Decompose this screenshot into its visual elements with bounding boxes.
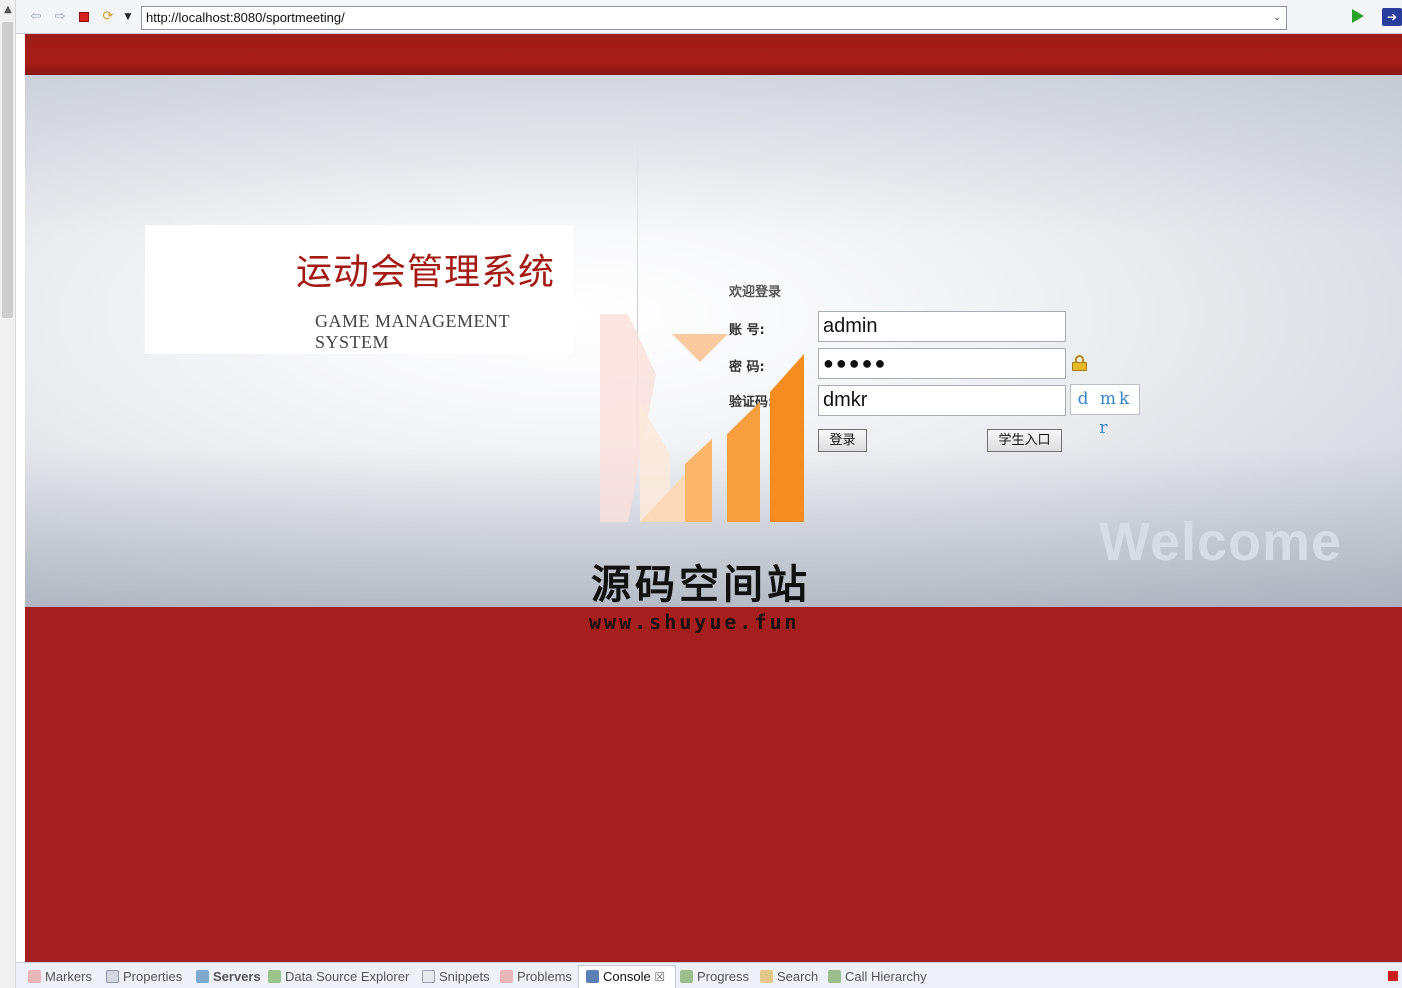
tab-console[interactable]: Console ☒ (586, 969, 665, 984)
tab-markers[interactable]: Markers (28, 969, 92, 984)
servers-icon (196, 970, 209, 983)
refresh-icon[interactable]: ⟳ (100, 9, 116, 25)
stop-icon[interactable] (76, 9, 92, 25)
browser-toolbar: ⇦ ⇨ ⟳ ▼ http://localhost:8080/sportmeeti… (16, 0, 1402, 34)
eclipse-view-tabs: Markers Properties Servers Data Source E… (16, 962, 1402, 988)
close-console-icon[interactable]: ☒ (654, 970, 665, 984)
properties-icon (106, 970, 119, 983)
url-dropdown-icon[interactable]: ⌄ (1270, 11, 1284, 25)
scrollbar-thumb[interactable] (2, 22, 13, 318)
welcome-watermark: Welcome (1099, 512, 1343, 572)
problems-icon (500, 970, 513, 983)
watermark-text: 源码空间站 (591, 562, 811, 608)
tab-problems[interactable]: Problems (500, 969, 572, 984)
vertical-scrollbar[interactable]: ▲ (0, 0, 16, 988)
url-bar[interactable]: http://localhost:8080/sportmeeting/ ⌄ (141, 6, 1287, 30)
page-top-bar (25, 34, 1402, 75)
password-input[interactable]: ●●●●● (818, 348, 1066, 379)
screen: ▲ ⇦ ⇨ ⟳ ▼ http://localhost:8080/sportmee… (0, 0, 1402, 988)
scroll-up-icon[interactable]: ▲ (3, 5, 13, 15)
captcha-image[interactable]: d mk r (1070, 384, 1140, 438)
captcha-input[interactable]: dmkr (818, 385, 1066, 416)
search-icon (760, 970, 773, 983)
call-hierarchy-icon (828, 970, 841, 983)
progress-icon (680, 970, 693, 983)
watermark-logo (600, 314, 804, 522)
login-button[interactable]: 登录 (818, 429, 867, 452)
system-title: 运动会管理系统 (295, 252, 555, 293)
lock-icon (1072, 355, 1087, 371)
student-entry-button[interactable]: 学生入口 (987, 429, 1062, 452)
system-subtitle: GAME MANAGEMENT SYSTEM (315, 311, 510, 352)
welcome-login-heading: 欢迎登录 (729, 285, 782, 300)
web-page: 运动会管理系统 GAME MANAGEMENT SYSTEM Welcome 欢… (25, 34, 1402, 962)
tab-progress[interactable]: Progress (680, 969, 749, 984)
url-text[interactable]: http://localhost:8080/sportmeeting/ (146, 10, 345, 25)
tab-snippets[interactable]: Snippets (422, 969, 490, 984)
tab-data-source-explorer[interactable]: Data Source Explorer (268, 969, 409, 984)
menu-dropdown-icon[interactable]: ▼ (120, 9, 136, 25)
tab-servers[interactable]: Servers (196, 969, 261, 984)
console-icon (586, 970, 599, 983)
terminate-icon[interactable] (1388, 971, 1398, 981)
tab-search[interactable]: Search (760, 969, 818, 984)
markers-icon (28, 970, 41, 983)
go-icon[interactable] (1352, 9, 1364, 23)
brand-box: 运动会管理系统 GAME MANAGEMENT SYSTEM (145, 225, 573, 354)
back-icon[interactable]: ⇦ (28, 9, 44, 25)
tab-call-hierarchy[interactable]: Call Hierarchy (828, 969, 927, 984)
external-browser-icon[interactable]: ➔ (1382, 8, 1402, 26)
data-source-icon (268, 970, 281, 983)
tab-properties[interactable]: Properties (106, 969, 182, 984)
watermark-url: www.shuyue.fun (589, 610, 800, 634)
account-input[interactable]: admin (818, 311, 1066, 342)
snippets-icon (422, 970, 435, 983)
forward-icon[interactable]: ⇨ (52, 9, 68, 25)
